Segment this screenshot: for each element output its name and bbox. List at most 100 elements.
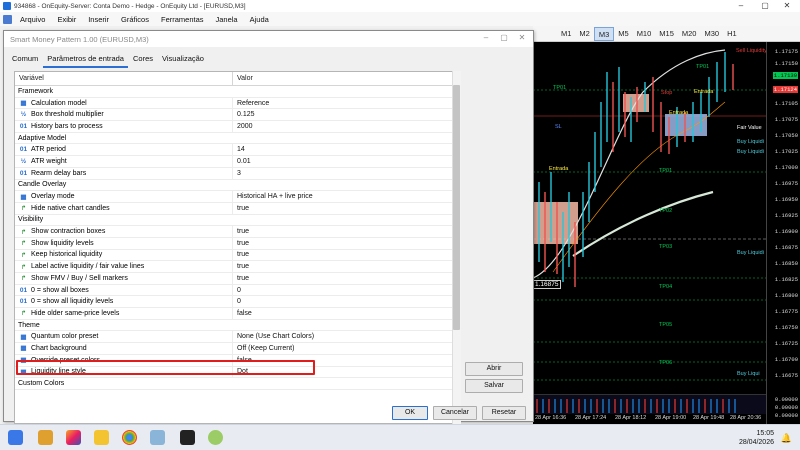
column-header-variable[interactable]: Variável xyxy=(15,72,233,85)
maximize-button[interactable]: ▢ xyxy=(754,0,776,12)
copilot-icon[interactable] xyxy=(66,430,81,445)
row-value-cell[interactable]: true xyxy=(233,251,249,258)
row-variable-cell: 01 History bars to process xyxy=(15,121,233,132)
menu-janela[interactable]: Janela xyxy=(210,15,244,24)
time-label: 28 Apr 16:36 xyxy=(535,415,567,421)
table-row[interactable]: ½ Box threshold multiplier 0.125 xyxy=(15,109,460,122)
row-value-cell[interactable]: true xyxy=(233,275,249,282)
row-value-cell[interactable]: Historical HA + live price xyxy=(233,193,313,200)
table-row[interactable]: ▦ Calculation model Reference xyxy=(15,97,460,110)
row-label: Show FMV / Buy / Sell markers xyxy=(31,274,128,282)
table-row[interactable]: ↱ Keep historical liquidity true xyxy=(15,249,460,262)
menu-graficos[interactable]: Gráficos xyxy=(115,15,155,24)
tf-m2[interactable]: M2 xyxy=(575,27,593,41)
dialog-close-button[interactable]: ✕ xyxy=(515,33,529,42)
clock-date: 28/04/2026 xyxy=(738,439,774,446)
close-button[interactable]: ✕ xyxy=(776,0,798,12)
row-value-cell[interactable]: 0 xyxy=(233,287,241,294)
table-row[interactable]: ↱ Show FMV / Buy / Sell markers true xyxy=(15,273,460,285)
table-scrollbar-thumb[interactable] xyxy=(453,85,460,330)
row-value-cell[interactable]: 0 xyxy=(233,298,241,305)
table-row[interactable]: ↱ Show contraction boxes true xyxy=(15,226,460,238)
price-label: 1.16700 xyxy=(774,356,798,363)
table-row[interactable]: ↱ Hide native chart candles true xyxy=(15,202,460,215)
row-label: Show contraction boxes xyxy=(31,228,106,236)
tf-m5[interactable]: M5 xyxy=(614,27,632,41)
reset-button[interactable]: Resetar xyxy=(482,406,526,420)
widgets-icon[interactable] xyxy=(38,430,53,445)
cancel-button[interactable]: Cancelar xyxy=(433,406,477,420)
notification-bell-icon[interactable]: 🔔 xyxy=(781,433,792,444)
row-value-cell[interactable]: true xyxy=(233,205,249,212)
tf-m1[interactable]: M1 xyxy=(557,27,575,41)
tf-m3[interactable]: M3 xyxy=(593,26,615,41)
menu-arquivo[interactable]: Arquivo xyxy=(14,15,51,24)
column-header-value[interactable]: Valor xyxy=(233,72,253,85)
table-row[interactable]: 01 ATR period 14 xyxy=(15,144,460,157)
row-value-cell[interactable]: false xyxy=(233,310,252,317)
table-row[interactable]: 01 0 = show all liquidity levels 0 xyxy=(15,296,460,309)
table-row[interactable]: ▦ Quantum color preset None (Use Chart Col… xyxy=(15,331,460,344)
table-row[interactable]: ½ ATR weight 0.01 xyxy=(15,156,460,168)
ok-button[interactable]: OK xyxy=(392,406,428,420)
table-row[interactable]: ↱ Label active liquidity / fair value lin… xyxy=(15,261,460,273)
table-section-row: Custom Colors xyxy=(15,378,460,390)
chrome-icon[interactable] xyxy=(122,430,137,445)
menu-ferramentas[interactable]: Ferramentas xyxy=(155,15,210,24)
dialog-minimize-button[interactable]: – xyxy=(479,33,493,42)
price-chart[interactable]: M1 M2 M3 M5 M10 M15 M20 M30 H1 Sell Liqu… xyxy=(533,26,800,424)
tf-m20[interactable]: M20 xyxy=(678,27,701,41)
price-label: 1.16900 xyxy=(774,228,798,235)
tab-cores[interactable]: Cores xyxy=(129,53,157,68)
menu-exibir[interactable]: Exibir xyxy=(51,15,82,24)
tf-m15[interactable]: M15 xyxy=(655,27,678,41)
terminal-app-icon[interactable] xyxy=(180,430,195,445)
tab-parametros[interactable]: Parâmetros de entrada xyxy=(43,53,128,68)
table-row[interactable]: ↱ Hide older same-price levels false xyxy=(15,308,460,320)
notepad-icon[interactable] xyxy=(150,430,165,445)
row-value-cell[interactable]: 2000 xyxy=(233,123,253,130)
row-value-cell[interactable]: true xyxy=(233,228,249,235)
app-icon-taskbar[interactable] xyxy=(208,430,223,445)
boolean-type-icon: ↱ xyxy=(20,205,27,213)
menu-ajuda[interactable]: Ajuda xyxy=(244,15,275,24)
save-button[interactable]: Salvar xyxy=(465,379,523,393)
file-explorer-icon[interactable] xyxy=(94,430,109,445)
window-titlebar: 934868 - OnEquity-Server: Conta Demo - H… xyxy=(0,0,800,12)
row-value-cell[interactable]: None (Use Chart Colors) xyxy=(233,333,314,340)
tf-h1[interactable]: H1 xyxy=(723,27,741,41)
chart-window-icon[interactable] xyxy=(3,14,12,24)
parameters-rows: Framework ▦ Calculation model Reference ½ Box… xyxy=(15,86,460,390)
start-icon[interactable] xyxy=(8,430,23,445)
price-scale[interactable]: 1.17175 1.17150 1.17139 1.17124 1.17105 … xyxy=(766,42,800,424)
tf-m30[interactable]: M30 xyxy=(700,27,723,41)
dialog-maximize-button[interactable]: ▢ xyxy=(497,33,511,42)
row-value-cell[interactable]: 14 xyxy=(233,146,245,153)
table-row[interactable]: 01 Rearm delay bars 3 xyxy=(15,167,460,180)
table-row[interactable]: 01 History bars to process 2000 xyxy=(15,121,460,133)
window-title: 934868 - OnEquity-Server: Conta Demo - H… xyxy=(14,2,246,10)
table-row[interactable]: ▦ Chart background Off (Keep Current) xyxy=(15,343,460,355)
row-value-cell[interactable]: Reference xyxy=(233,100,269,107)
minimize-button[interactable]: – xyxy=(730,0,752,12)
row-value-cell[interactable]: Off (Keep Current) xyxy=(233,345,294,352)
entrada-label-3: Entrada xyxy=(549,166,569,172)
row-value-cell[interactable]: 3 xyxy=(233,170,241,177)
timeframe-toolbar: M1 M2 M3 M5 M10 M15 M20 M30 H1 xyxy=(533,26,800,42)
row-value-cell[interactable]: true xyxy=(233,263,249,270)
row-label: 0 = show all boxes xyxy=(31,286,89,294)
tab-visualizacao[interactable]: Visualização xyxy=(158,53,208,68)
table-row[interactable]: ↱ Show liquidity levels true xyxy=(15,237,460,250)
row-value-cell[interactable]: 0.125 xyxy=(233,111,255,118)
table-row[interactable]: ▦ Overlay mode Historical HA + live price xyxy=(15,191,460,203)
row-value-cell[interactable]: true xyxy=(233,240,249,247)
row-variable-cell: ↱ Hide older same-price levels xyxy=(15,308,233,319)
tf-m10[interactable]: M10 xyxy=(633,27,656,41)
tab-comum[interactable]: Comum xyxy=(8,53,42,68)
chart-plot xyxy=(533,49,766,381)
system-clock[interactable]: 15:05 28/04/2026 xyxy=(739,429,774,447)
load-button[interactable]: Abrir xyxy=(465,362,523,376)
row-value-cell[interactable]: 0.01 xyxy=(233,158,251,165)
menu-inserir[interactable]: Inserir xyxy=(82,15,115,24)
table-row[interactable]: 01 0 = show all boxes 0 xyxy=(15,284,460,297)
